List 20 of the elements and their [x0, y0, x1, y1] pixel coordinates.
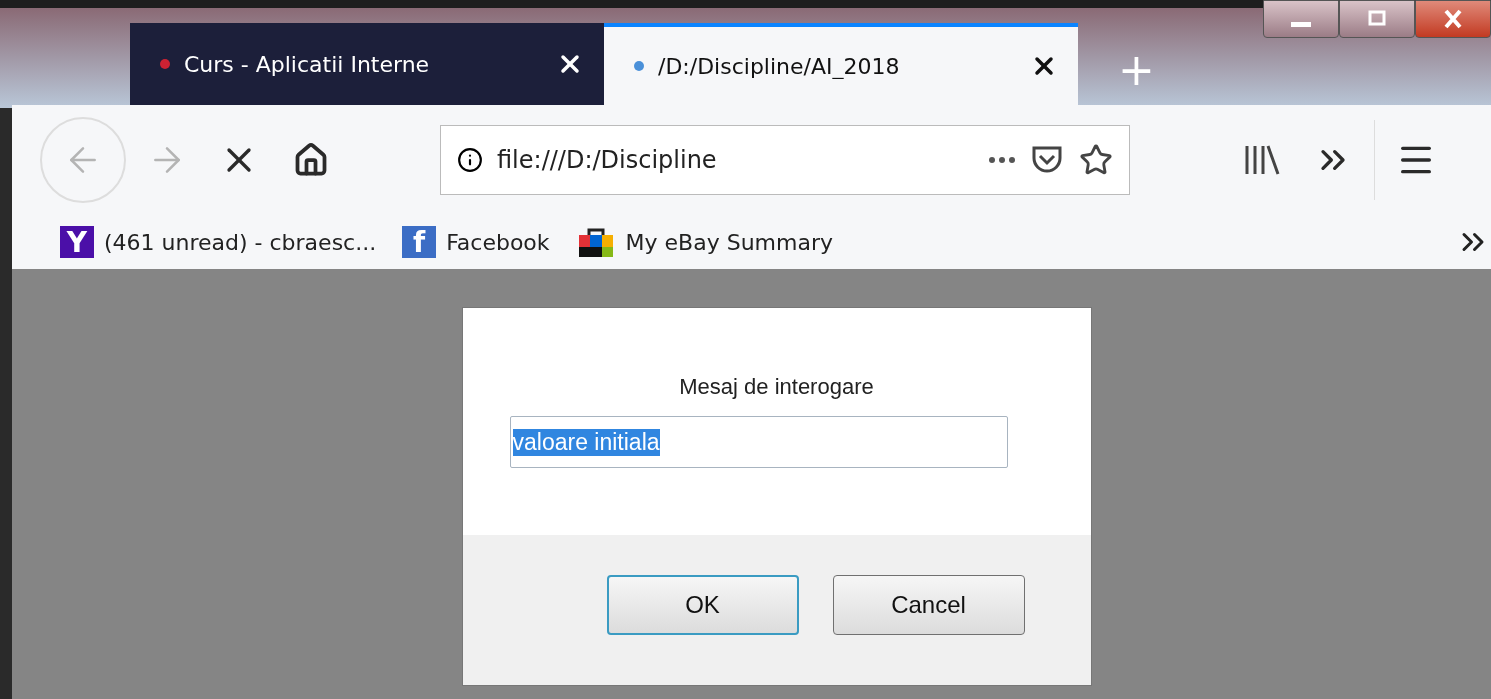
minimize-icon	[1291, 21, 1311, 27]
ok-button[interactable]: OK	[606, 575, 799, 635]
address-bar[interactable]: file:///D:/Discipline	[440, 125, 1130, 195]
yahoo-logo: Y	[60, 226, 94, 258]
dialog-message: Mesaj de interogare	[679, 374, 874, 400]
bookmark-link[interactable]: Y (461 unread) - cbraesc...	[60, 226, 377, 258]
bookmark-link[interactable]: My eBay Summary	[575, 225, 833, 259]
star-icon[interactable]	[1079, 143, 1113, 177]
close-button[interactable]	[1415, 0, 1491, 38]
bookmark-link[interactable]: f Facebook	[402, 226, 550, 258]
minimize-button[interactable]	[1263, 0, 1339, 38]
browser-tab[interactable]: /D:/Discipline/AI_2018	[604, 23, 1078, 105]
info-icon[interactable]	[457, 147, 483, 173]
browser-tab[interactable]: Curs - Aplicatii Interne	[130, 23, 604, 105]
home-icon	[293, 142, 329, 178]
input-field[interactable]: valoare initiala	[509, 416, 1008, 468]
maximize-button[interactable]	[1339, 0, 1415, 38]
more-icon[interactable]	[989, 157, 1015, 163]
facebook-logo: f	[402, 226, 437, 258]
cancel-button[interactable]: Cancel	[832, 575, 1025, 635]
